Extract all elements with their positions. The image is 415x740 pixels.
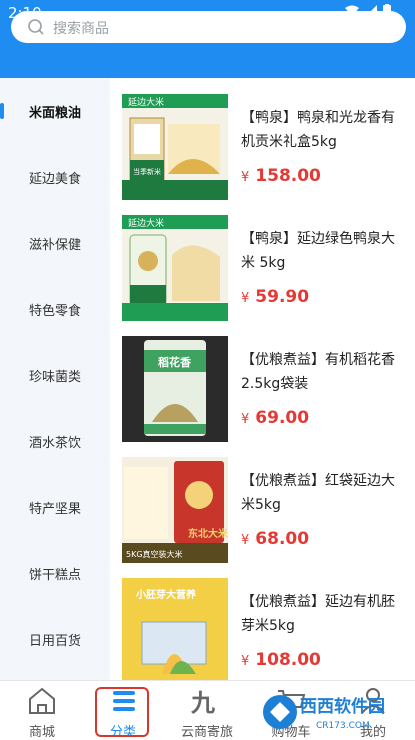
active-marker [0,103,4,119]
product-price: ¥59.90 [241,287,310,307]
sidebar-item-label: 饼干糕点 [28,567,81,583]
tab-label: 商城 [28,725,55,740]
tab-label: 云商寄旅 [180,725,233,740]
product-name[interactable]: 【鸭泉】延边绿色鸭泉大米 5kg [241,227,406,275]
svg-text:CR173.COM: CR173.COM [316,721,370,731]
product-name[interactable]: 【鸭泉】鸭泉和光龙香有机贡米礼盒5kg [241,106,406,154]
product-card[interactable]: 小胚芽大营养 【优粮煮益】延边有机胚芽米5kg ¥108.00 [110,570,415,680]
sidebar-item-label: 酒水茶饮 [28,435,81,451]
header-bar: 2:10 搜索商品 [0,0,415,78]
product-price: ¥108.00 [241,650,321,670]
sidebar-item-biscuits[interactable]: 饼干糕点 [0,540,110,606]
sidebar-item-label: 延边美食 [28,171,81,187]
sidebar-item-rice-flour-oil[interactable]: 米面粮油 [0,78,110,144]
watermark-logo: 西西软件园 CR173.COM [263,695,385,731]
sidebar-item-yanbian-food[interactable]: 延边美食 [0,144,110,210]
sidebar-item-label: 滋补保健 [28,237,81,253]
tab-cloud-travel[interactable]: 九 云商寄旅 [167,681,247,740]
svg-text:九: 九 [191,689,215,715]
product-card[interactable]: 延边大米 【鸭泉】延边绿色鸭泉大米 5kg ¥59.90 [110,207,415,329]
sidebar-item-label: 日用百货 [28,633,81,649]
product-image: 延边大米 [122,215,228,321]
product-name[interactable]: 【优粮煮益】延边有机胚芽米5kg [241,590,406,638]
home-icon [29,687,55,714]
svg-text:西西软件园: 西西软件园 [300,696,385,717]
product-list: 延边大米 当季新米 【鸭泉】鸭泉和光龙香有机贡米礼盒5kg ¥158.00 延边… [110,78,415,680]
sidebar-item-label: 特产坚果 [28,501,81,517]
sidebar-item-label: 特色零食 [28,303,81,319]
product-image-label: 东北大米 [188,527,228,540]
search-icon [28,19,44,35]
product-image: 5KG真空装大米 东北大米 [122,457,228,563]
product-image-badge: 延边大米 [128,96,164,108]
sidebar-item-health[interactable]: 滋补保健 [0,210,110,276]
sidebar-item-drinks[interactable]: 酒水茶饮 [0,408,110,474]
product-image-badge: 延边大米 [128,217,164,229]
product-image: 延边大米 当季新米 [122,94,228,200]
product-price: ¥158.00 [241,166,321,186]
search-bar[interactable]: 搜索商品 [11,11,406,43]
product-price: ¥68.00 [241,529,310,549]
sidebar-item-daily-goods[interactable]: 日用百货 [0,606,110,672]
product-image-caption: 5KG真空装大米 [126,549,183,559]
product-image-label: 小胚芽大营养 [135,588,197,601]
product-card[interactable]: 5KG真空装大米 东北大米 【优粮煮益】红袋延边大米5kg ¥68.00 [110,449,415,571]
product-name[interactable]: 【优粮煮益】红袋延边大米5kg [241,469,406,517]
product-image-caption: 当季新米 [133,167,161,176]
product-image: 稻花香 [122,336,228,442]
sidebar-item-nuts[interactable]: 特产坚果 [0,474,110,540]
sidebar-item-label: 珍味菌类 [28,369,81,385]
cloud-travel-icon: 九 [191,689,215,715]
product-card[interactable]: 延边大米 当季新米 【鸭泉】鸭泉和光龙香有机贡米礼盒5kg ¥158.00 [110,86,415,208]
active-tab-highlight [95,687,149,737]
sidebar-item-label: 米面粮油 [28,105,81,121]
product-card[interactable]: 稻花香 【优粮煮益】有机稻花香 2.5kg袋装 ¥69.00 [110,328,415,450]
sidebar-item-mushrooms[interactable]: 珍味菌类 [0,342,110,408]
product-price: ¥69.00 [241,408,310,428]
product-name[interactable]: 【优粮煮益】有机稻花香 2.5kg袋装 [241,348,406,396]
category-sidebar: 米面粮油 延边美食 滋补保健 特色零食 珍味菌类 酒水茶饮 特产坚果 饼干糕点 … [0,78,110,680]
product-image: 小胚芽大营养 [122,578,228,680]
search-input[interactable]: 搜索商品 [53,18,109,38]
tab-home[interactable]: 商城 [2,681,82,740]
product-image-label: 稻花香 [158,355,192,369]
sidebar-item-snacks[interactable]: 特色零食 [0,276,110,342]
